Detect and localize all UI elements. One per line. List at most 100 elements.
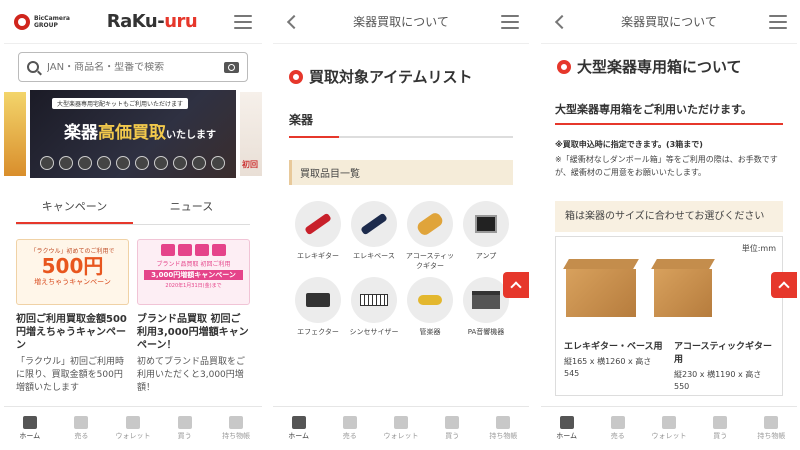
nav-wallet[interactable]: ウォレット <box>107 407 159 450</box>
wind-instrument-icon <box>407 277 453 323</box>
home-screen: BicCamera GROUP RaKu-uru 大型楽器専用宅配キットもご利用… <box>4 0 262 450</box>
header: 楽器買取について <box>273 0 529 44</box>
cardboard-box-image <box>654 269 712 317</box>
item-amp[interactable]: アンプ <box>461 201 511 271</box>
nav-buy[interactable]: 買う <box>427 407 478 450</box>
item-electric-guitar[interactable]: エレキギター <box>293 201 343 271</box>
search-bar <box>18 52 248 82</box>
tab-news[interactable]: ニュース <box>133 192 250 224</box>
wallet-icon <box>125 416 140 429</box>
camera-icon[interactable] <box>224 61 239 73</box>
nav-buy[interactable]: 買う <box>159 407 211 450</box>
item-wind-instrument[interactable]: 管楽器 <box>405 277 455 347</box>
rakuuru-logo[interactable]: RaKu-uru <box>106 11 198 32</box>
box-select-notice: 箱は楽器のサイズに合わせてお選びください <box>555 201 783 232</box>
nav-buy[interactable]: 買う <box>695 407 746 450</box>
amp-icon <box>463 201 509 247</box>
banner-next-peek[interactable]: 初回 <box>240 92 262 176</box>
menu-icon[interactable] <box>769 14 787 29</box>
campaign-image: ブランド品買取 初回ご利用 3,000円増額キャンペーン 2020年1月31日(… <box>137 239 250 305</box>
nav-wallet[interactable]: ウォレット <box>643 407 694 450</box>
box-spec: アコースティックギター用 縦230 x 横1190 x 高さ550 <box>674 341 776 393</box>
box-dimensions: 縦230 x 横1190 x 高さ550 <box>674 370 762 391</box>
box-size-card: 単位:mm エレキギター・ベース用 縦165 x 横1260 x 高さ545 ア… <box>555 236 783 396</box>
campaign-description: 「ラクウル」初回ご利用時に限り、買取金額を500円増額いたします <box>16 357 125 393</box>
item-electric-bass[interactable]: エレキベース <box>349 201 399 271</box>
wallet-icon <box>662 416 676 429</box>
banner-carousel[interactable]: 大型楽器専用宅配キットもご利用いただけます 楽器高価買取いたします 初回 <box>4 90 262 178</box>
nav-belongings[interactable]: 持ち物帳 <box>478 407 529 450</box>
banner-prev-peek[interactable] <box>4 92 26 176</box>
nav-home[interactable]: ホーム <box>4 407 56 450</box>
back-icon[interactable] <box>283 13 302 31</box>
campaign-card[interactable]: 「ラクウル」初めてのご利用で 500円 増えちゃうキャンペーン 初回ご利用買取金… <box>16 239 129 395</box>
item-synthesizer[interactable]: シンセサイザー <box>349 277 399 347</box>
cardboard-box-image <box>566 269 636 317</box>
search-input[interactable] <box>47 61 216 73</box>
box-dimensions: 縦165 x 横1260 x 高さ545 <box>564 357 652 378</box>
item-acoustic-guitar[interactable]: アコースティックギター <box>405 201 455 271</box>
nav-sell[interactable]: 売る <box>56 407 108 450</box>
home-icon <box>291 416 306 429</box>
nav-home[interactable]: ホーム <box>541 407 592 450</box>
effector-icon <box>295 277 341 323</box>
bottom-nav: ホーム 売る ウォレット 買う 持ち物帳 <box>273 406 529 450</box>
chevron-up-icon <box>778 281 790 293</box>
item-list-header: 買取品目一覧 <box>289 160 513 185</box>
home-icon <box>559 416 574 429</box>
campaign-list: 「ラクウル」初めてのご利用で 500円 増えちゃうキャンペーン 初回ご利用買取金… <box>4 225 262 395</box>
instrument-items-screen: 楽器買取について 買取対象アイテムリスト 楽器 買取品目一覧 エレキギター エレ… <box>273 0 529 450</box>
biccamera-logo: BicCamera GROUP <box>14 13 70 30</box>
campaign-title: ブランド品買取 初回ご利用3,000円増額キャンペーン！ <box>137 314 249 351</box>
note-text: ※買取申込時に指定できます。(3箱まで) <box>555 140 703 149</box>
campaign-card[interactable]: ブランド品買取 初回ご利用 3,000円増額キャンペーン 2020年1月31日(… <box>137 239 250 395</box>
tab-campaign[interactable]: キャンペーン <box>16 192 133 224</box>
electric-guitar-icon <box>295 201 341 247</box>
section-heading: 買取対象アイテムリスト <box>289 66 513 87</box>
box-spec: エレキギター・ベース用 縦165 x 横1260 x 高さ545 <box>564 341 666 393</box>
instrument-purchase-banner[interactable]: 大型楽器専用宅配キットもご利用いただけます 楽器高価買取いたします <box>30 90 236 178</box>
news-tabs: キャンペーン ニュース <box>16 192 250 225</box>
ring-bullet-icon <box>557 59 571 74</box>
tab-instruments[interactable]: 楽器 <box>289 111 513 138</box>
wallet-icon <box>394 416 408 429</box>
lead-text: 大型楽器専用箱をご利用いただけます。 <box>555 101 783 125</box>
item-grid: エレキギター エレキベース アコースティックギター アンプ エフェクター シンセ… <box>293 201 529 347</box>
belongings-icon <box>764 416 779 429</box>
large-instrument-box-screen: 楽器買取について 大型楽器専用箱について 大型楽器専用箱をご利用いただけます。 … <box>541 0 797 450</box>
nav-belongings[interactable]: 持ち物帳 <box>210 407 262 450</box>
bottom-nav: ホーム 売る ウォレット 買う 持ち物帳 <box>541 406 797 450</box>
biccamera-mark-icon <box>14 13 30 30</box>
unit-label: 単位:mm <box>741 244 776 253</box>
menu-icon[interactable] <box>501 14 519 29</box>
campaign-description: 初めてブランド品買取をご利用いただくと3,000円増額！ <box>137 357 246 393</box>
page-title: 楽器買取について <box>353 15 449 29</box>
electric-bass-icon <box>351 201 397 247</box>
nav-home[interactable]: ホーム <box>273 407 324 450</box>
logo-accent-text: uru <box>164 11 198 32</box>
header: BicCamera GROUP RaKu-uru <box>4 0 262 44</box>
banner-subtitle: 大型楽器専用宅配キットもご利用いただけます <box>52 98 189 109</box>
menu-icon[interactable] <box>233 14 252 29</box>
scroll-top-button[interactable] <box>503 272 529 298</box>
nav-sell[interactable]: 売る <box>324 407 375 450</box>
buy-icon <box>713 416 728 429</box>
item-effector[interactable]: エフェクター <box>293 277 343 347</box>
search-icon <box>27 61 39 73</box>
buy-icon <box>445 416 460 429</box>
sell-icon <box>74 416 89 429</box>
synthesizer-icon <box>351 277 397 323</box>
belongings-icon <box>496 416 511 429</box>
nav-belongings[interactable]: 持ち物帳 <box>746 407 797 450</box>
brand-name: BicCamera <box>34 14 70 22</box>
back-icon[interactable] <box>551 13 570 31</box>
nav-sell[interactable]: 売る <box>592 407 643 450</box>
scroll-top-button[interactable] <box>771 272 797 298</box>
box-name: アコースティックギター用 <box>674 342 773 365</box>
logo-main-text: RaKu- <box>106 11 165 32</box>
banner-title: 楽器高価買取いたします <box>64 123 216 143</box>
nav-wallet[interactable]: ウォレット <box>375 407 426 450</box>
home-icon <box>22 416 37 429</box>
section-heading: 大型楽器専用箱について <box>557 56 781 77</box>
ring-bullet-icon <box>289 69 303 84</box>
